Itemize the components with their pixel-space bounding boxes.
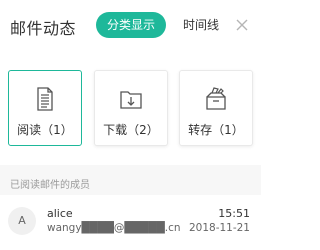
member-time: 15:51 — [218, 207, 250, 220]
card-save-label: 转存（1） — [188, 123, 244, 137]
card-save[interactable]: 转存（1） — [179, 70, 253, 146]
panel-title: 邮件动态 — [10, 19, 77, 38]
members-section-label: 已阅读邮件的成员 — [10, 180, 90, 191]
card-read[interactable]: 阅读（1） — [8, 70, 82, 146]
tab-timeline[interactable]: 时间线 — [178, 12, 224, 38]
close-icon[interactable] — [234, 17, 250, 33]
avatar: A — [8, 207, 36, 235]
mail-activity-panel: 邮件动态 分类显示 时间线 阅读（1） 下载（2） 转存（1） 已阅读邮件的成员… — [0, 0, 261, 250]
panel-header: 邮件动态 分类显示 时间线 — [0, 0, 261, 60]
tab-category-view[interactable]: 分类显示 — [96, 12, 166, 38]
member-email: wangy████@█████.cn — [47, 222, 181, 234]
card-download[interactable]: 下载（2） — [94, 70, 168, 146]
member-date: 2018-11-21 — [188, 222, 250, 234]
document-icon — [37, 87, 53, 111]
folder-download-icon — [120, 91, 142, 109]
box-save-icon — [206, 87, 226, 110]
member-name: alice — [47, 207, 73, 220]
member-row[interactable]: A alice wangy████@█████.cn 15:51 2018-11… — [0, 196, 261, 250]
card-read-label: 阅读（1） — [17, 123, 73, 137]
card-download-label: 下载（2） — [103, 123, 159, 137]
